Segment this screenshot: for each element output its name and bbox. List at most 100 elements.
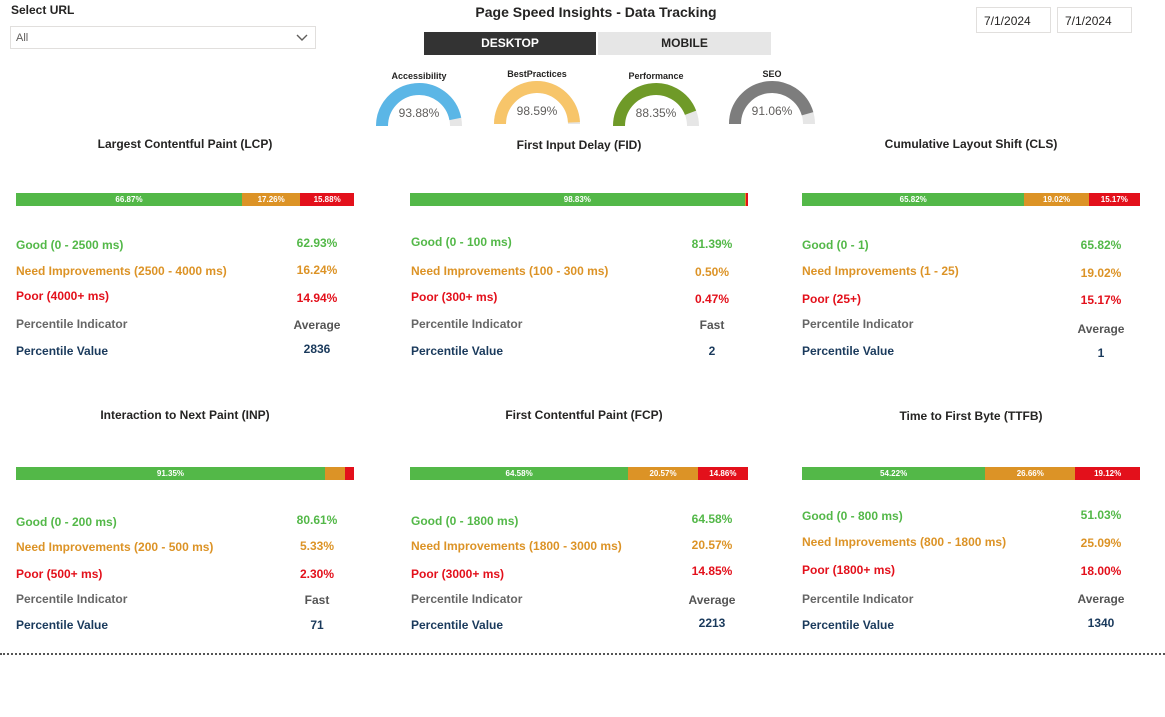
fid-indicator-label: Percentile Indicator [411,317,523,331]
fid-poor-label: Poor (300+ ms) [411,290,498,304]
fid-good-label: Good (0 - 100 ms) [411,235,512,249]
fcp-ni-value: 20.57% [691,538,733,552]
cls-bar-good: 65.82% [802,193,1025,206]
lcp-ni-value: 16.24% [296,263,338,277]
inp-bar-ni [324,467,346,480]
ttfb-poor-value: 18.00% [1080,564,1122,578]
fcp-title: First Contentful Paint (FCP) [505,408,663,422]
fcp-pvalue-value: 2213 [698,616,726,630]
inp-pvalue-value: 71 [310,618,324,632]
inp-good-label: Good (0 - 200 ms) [16,515,117,529]
fid-ni-label: Need Improvements (100 - 300 ms) [411,264,609,278]
fid-pvalue-label: Percentile Value [411,344,504,358]
fid-pvalue-value: 2 [708,344,716,358]
ttfb-bar-poor: 19.12% [1075,467,1140,480]
lcp-good-value: 62.93% [296,236,338,250]
ttfb-indicator-label: Percentile Indicator [802,592,914,606]
fcp-indicator-value: Average [688,593,736,607]
fcp-poor-label: Poor (3000+ ms) [411,567,505,581]
lcp-distribution-bar: 66.87% 17.26% 15.88% [16,193,354,206]
fid-title: First Input Delay (FID) [516,138,642,152]
lcp-bar-good: 66.87% [16,193,242,206]
cls-ni-label: Need Improvements (1 - 25) [802,264,959,278]
lcp-bar-ni: 17.26% [241,193,301,206]
lcp-indicator-value: Average [293,318,341,332]
cls-indicator-label: Percentile Indicator [802,317,914,331]
gauge-bestpractices-value: 98.59% [516,104,558,118]
fcp-ni-label: Need Improvements (1800 - 3000 ms) [411,539,622,553]
fid-bar-good: 98.83% [410,193,745,206]
url-dropdown[interactable]: All [10,26,316,49]
inp-indicator-label: Percentile Indicator [16,592,128,606]
fid-ni-value: 0.50% [694,265,730,279]
ttfb-distribution-bar: 54.22% 26.66% 19.12% [802,467,1140,480]
lcp-pvalue-value: 2836 [303,342,331,356]
ttfb-bar-good: 54.22% [802,467,986,480]
cls-distribution-bar: 65.82% 19.02% 15.17% [802,193,1140,206]
gauge-bestpractices: BestPractices 98.59% [492,64,582,134]
fcp-good-label: Good (0 - 1800 ms) [411,514,519,528]
inp-poor-value: 2.30% [299,567,335,581]
fcp-bar-good: 64.58% [410,467,629,480]
inp-ni-value: 5.33% [299,539,335,553]
inp-title: Interaction to Next Paint (INP) [100,408,270,422]
cls-pvalue-value: 1 [1097,346,1105,360]
cls-indicator-value: Average [1077,322,1125,336]
ttfb-good-label: Good (0 - 800 ms) [802,509,903,523]
ttfb-pvalue-label: Percentile Value [802,618,895,632]
fcp-good-value: 64.58% [691,512,733,526]
lcp-indicator-label: Percentile Indicator [16,317,128,331]
fcp-distribution-bar: 64.58% 20.57% 14.86% [410,467,748,480]
ttfb-indicator-value: Average [1077,592,1125,606]
lcp-title: Largest Contentful Paint (LCP) [97,137,273,151]
fid-indicator-value: Fast [699,318,725,332]
cls-bar-ni: 19.02% [1024,193,1089,206]
gauge-seo-value: 91.06% [751,104,793,118]
tab-desktop[interactable]: DESKTOP [424,32,596,55]
fid-bar-poor [746,193,748,206]
ttfb-pvalue-value: 1340 [1087,616,1115,630]
fcp-poor-value: 14.85% [691,564,733,578]
fcp-bar-ni: 20.57% [628,467,698,480]
inp-pvalue-label: Percentile Value [16,618,109,632]
cls-title: Cumulative Layout Shift (CLS) [884,137,1058,151]
ttfb-bar-ni: 26.66% [985,467,1076,480]
ttfb-ni-label: Need Improvements (800 - 1800 ms) [802,535,1007,549]
lcp-good-label: Good (0 - 2500 ms) [16,238,124,252]
lcp-ni-label: Need Improvements (2500 - 4000 ms) [16,264,227,278]
cls-good-label: Good (0 - 1) [802,238,869,252]
cls-poor-value: 15.17% [1080,293,1122,307]
gauge-seo: SEO 91.06% [727,64,817,134]
page-title: Page Speed Insights - Data Tracking [475,4,717,20]
gauge-accessibility: Accessibility 93.88% [374,66,464,136]
tab-mobile[interactable]: MOBILE [598,32,771,55]
cls-bar-poor: 15.17% [1088,193,1140,206]
lcp-poor-label: Poor (4000+ ms) [16,289,110,303]
select-url-label: Select URL [11,3,75,17]
inp-distribution-bar: 91.35% [16,467,354,480]
gauge-performance-value: 88.35% [635,106,677,120]
inp-good-value: 80.61% [296,513,338,527]
chevron-down-icon [296,34,308,41]
fcp-bar-poor: 14.86% [697,467,748,480]
inp-bar-good: 91.35% [16,467,325,480]
cls-poor-label: Poor (25+) [802,292,862,306]
lcp-pvalue-label: Percentile Value [16,344,109,358]
inp-bar-poor [345,467,354,480]
ttfb-title: Time to First Byte (TTFB) [899,409,1043,423]
inp-ni-label: Need Improvements (200 - 500 ms) [16,540,214,554]
fid-distribution-bar: 98.83% [410,193,748,206]
inp-indicator-value: Fast [304,593,330,607]
start-date-input[interactable]: 7/1/2024 [976,7,1051,33]
fid-poor-value: 0.47% [694,292,730,306]
ttfb-good-value: 51.03% [1080,508,1122,522]
inp-poor-label: Poor (500+ ms) [16,567,103,581]
cls-pvalue-label: Percentile Value [802,344,895,358]
fid-good-value: 81.39% [691,237,733,251]
gauge-performance: Performance 88.35% [611,66,701,136]
end-date-input[interactable]: 7/1/2024 [1057,7,1132,33]
cls-good-value: 65.82% [1080,238,1122,252]
section-divider [0,653,1165,655]
ttfb-poor-label: Poor (1800+ ms) [802,563,896,577]
ttfb-ni-value: 25.09% [1080,536,1122,550]
